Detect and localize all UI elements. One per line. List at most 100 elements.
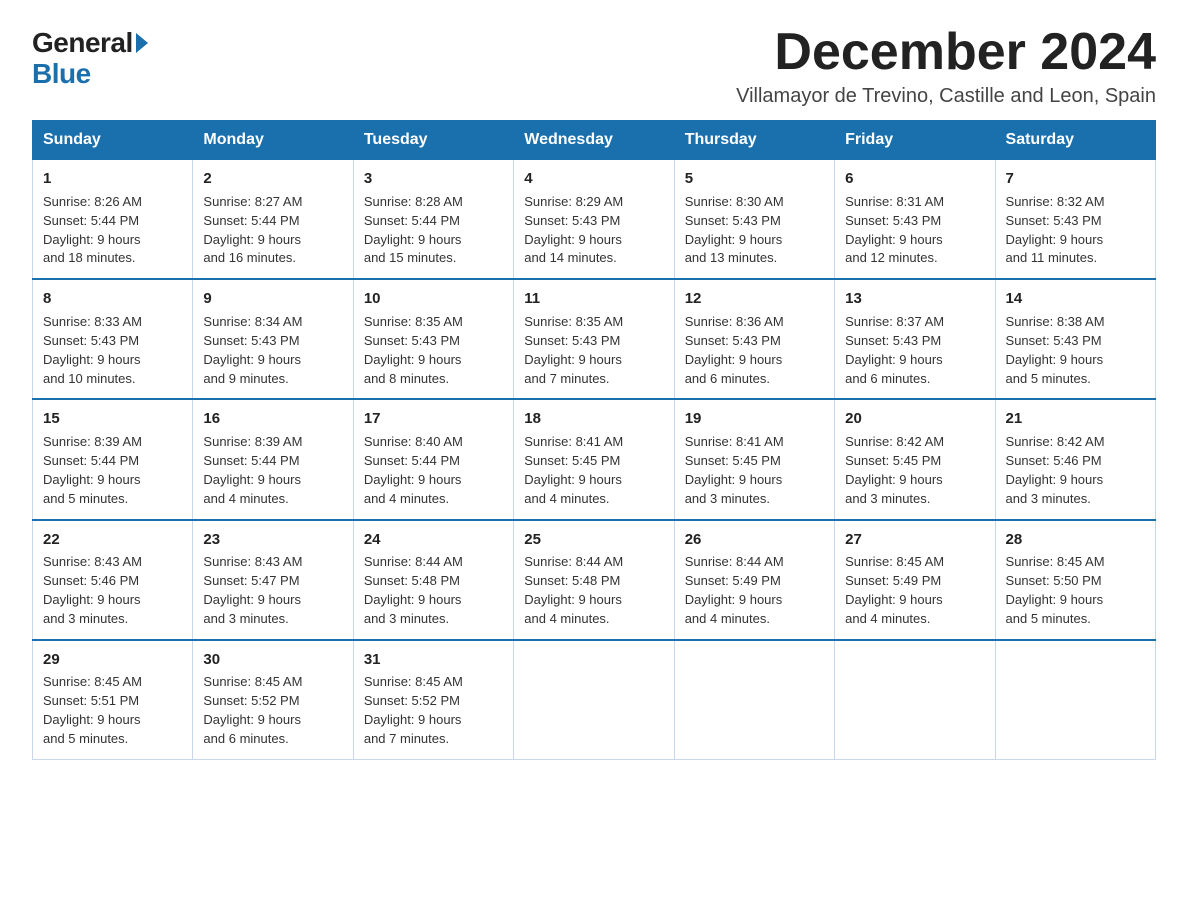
- calendar-cell: 31 Sunrise: 8:45 AMSunset: 5:52 PMDayligh…: [353, 640, 513, 760]
- header-saturday: Saturday: [995, 121, 1155, 160]
- calendar-cell: 25Sunrise: 8:44 AMSunset: 5:48 PMDayligh…: [514, 520, 674, 640]
- day-number: 27: [845, 529, 984, 551]
- day-info: Sunrise: 8:42 AMSunset: 5:46 PMDaylight:…: [1006, 434, 1105, 506]
- day-number: 22: [43, 529, 182, 551]
- day-number: 4: [524, 168, 663, 190]
- header-friday: Friday: [835, 121, 995, 160]
- calendar-cell: 4 Sunrise: 8:29 AMSunset: 5:43 PMDaylight…: [514, 160, 674, 280]
- calendar-cell: [514, 640, 674, 760]
- calendar-cell: [674, 640, 834, 760]
- day-info: Sunrise: 8:41 AMSunset: 5:45 PMDaylight:…: [685, 434, 784, 506]
- day-number: 15: [43, 408, 182, 430]
- day-number: 7: [1006, 168, 1145, 190]
- day-info: Sunrise: 8:39 AMSunset: 5:44 PMDaylight:…: [203, 434, 302, 506]
- day-info: Sunrise: 8:26 AMSunset: 5:44 PMDaylight:…: [43, 194, 142, 266]
- calendar-cell: 26 Sunrise: 8:44 AMSunset: 5:49 PMDayligh…: [674, 520, 834, 640]
- day-info: Sunrise: 8:32 AMSunset: 5:43 PMDaylight:…: [1006, 194, 1105, 266]
- calendar-cell: 28 Sunrise: 8:45 AMSunset: 5:50 PMDayligh…: [995, 520, 1155, 640]
- logo-general: General: [32, 28, 148, 59]
- day-number: 3: [364, 168, 503, 190]
- day-info: Sunrise: 8:43 AMSunset: 5:47 PMDaylight:…: [203, 554, 302, 626]
- calendar-cell: 9 Sunrise: 8:34 AMSunset: 5:43 PMDaylight…: [193, 279, 353, 399]
- calendar-cell: 22 Sunrise: 8:43 AMSunset: 5:46 PMDayligh…: [33, 520, 193, 640]
- day-info: Sunrise: 8:31 AMSunset: 5:43 PMDaylight:…: [845, 194, 944, 266]
- calendar-cell: 23 Sunrise: 8:43 AMSunset: 5:47 PMDayligh…: [193, 520, 353, 640]
- day-info: Sunrise: 8:29 AMSunset: 5:43 PMDaylight:…: [524, 194, 623, 266]
- calendar-cell: 16 Sunrise: 8:39 AMSunset: 5:44 PMDayligh…: [193, 399, 353, 519]
- day-number: 17: [364, 408, 503, 430]
- calendar-cell: [835, 640, 995, 760]
- day-number: 30: [203, 649, 342, 671]
- calendar-cell: 10 Sunrise: 8:35 AMSunset: 5:43 PMDayligh…: [353, 279, 513, 399]
- logo: General Blue: [32, 28, 148, 90]
- logo-arrow-icon: [136, 33, 148, 53]
- day-number: 6: [845, 168, 984, 190]
- day-number: 21: [1006, 408, 1145, 430]
- day-info: Sunrise: 8:36 AMSunset: 5:43 PMDaylight:…: [685, 314, 784, 386]
- day-info: Sunrise: 8:28 AMSunset: 5:44 PMDaylight:…: [364, 194, 463, 266]
- week-row-4: 22 Sunrise: 8:43 AMSunset: 5:46 PMDayligh…: [33, 520, 1156, 640]
- day-number: 13: [845, 288, 984, 310]
- day-info: Sunrise: 8:45 AMSunset: 5:51 PMDaylight:…: [43, 674, 142, 746]
- day-number: 2: [203, 168, 342, 190]
- title-block: December 2024 Villamayor de Trevino, Cas…: [736, 24, 1156, 108]
- day-info: Sunrise: 8:44 AMSunset: 5:48 PMDaylight:…: [364, 554, 463, 626]
- location-subtitle: Villamayor de Trevino, Castille and Leon…: [736, 85, 1156, 108]
- day-number: 11: [524, 288, 663, 310]
- calendar-cell: 24 Sunrise: 8:44 AMSunset: 5:48 PMDayligh…: [353, 520, 513, 640]
- day-info: Sunrise: 8:39 AMSunset: 5:44 PMDaylight:…: [43, 434, 142, 506]
- day-info: Sunrise: 8:45 AMSunset: 5:50 PMDaylight:…: [1006, 554, 1105, 626]
- day-number: 10: [364, 288, 503, 310]
- calendar-cell: 30 Sunrise: 8:45 AMSunset: 5:52 PMDayligh…: [193, 640, 353, 760]
- logo-general-text: General: [32, 28, 133, 59]
- day-info: Sunrise: 8:30 AMSunset: 5:43 PMDaylight:…: [685, 194, 784, 266]
- calendar-cell: 17 Sunrise: 8:40 AMSunset: 5:44 PMDayligh…: [353, 399, 513, 519]
- calendar-cell: 11 Sunrise: 8:35 AMSunset: 5:43 PMDayligh…: [514, 279, 674, 399]
- calendar-cell: 29 Sunrise: 8:45 AMSunset: 5:51 PMDayligh…: [33, 640, 193, 760]
- day-info: Sunrise: 8:37 AMSunset: 5:43 PMDaylight:…: [845, 314, 944, 386]
- day-info: Sunrise: 8:34 AMSunset: 5:43 PMDaylight:…: [203, 314, 302, 386]
- header-sunday: Sunday: [33, 121, 193, 160]
- day-number: 28: [1006, 529, 1145, 551]
- day-number: 31: [364, 649, 503, 671]
- day-number: 9: [203, 288, 342, 310]
- header-thursday: Thursday: [674, 121, 834, 160]
- week-row-5: 29 Sunrise: 8:45 AMSunset: 5:51 PMDayligh…: [33, 640, 1156, 760]
- calendar-cell: 5Sunrise: 8:30 AMSunset: 5:43 PMDaylight…: [674, 160, 834, 280]
- day-info: Sunrise: 8:27 AMSunset: 5:44 PMDaylight:…: [203, 194, 302, 266]
- day-info: Sunrise: 8:42 AMSunset: 5:45 PMDaylight:…: [845, 434, 944, 506]
- day-info: Sunrise: 8:45 AMSunset: 5:52 PMDaylight:…: [203, 674, 302, 746]
- header-wednesday: Wednesday: [514, 121, 674, 160]
- day-info: Sunrise: 8:35 AMSunset: 5:43 PMDaylight:…: [364, 314, 463, 386]
- day-info: Sunrise: 8:45 AMSunset: 5:52 PMDaylight:…: [364, 674, 463, 746]
- day-info: Sunrise: 8:45 AMSunset: 5:49 PMDaylight:…: [845, 554, 944, 626]
- day-info: Sunrise: 8:38 AMSunset: 5:43 PMDaylight:…: [1006, 314, 1105, 386]
- calendar-cell: [995, 640, 1155, 760]
- day-number: 18: [524, 408, 663, 430]
- calendar-cell: 7 Sunrise: 8:32 AMSunset: 5:43 PMDaylight…: [995, 160, 1155, 280]
- month-title: December 2024: [736, 24, 1156, 81]
- day-number: 26: [685, 529, 824, 551]
- day-info: Sunrise: 8:44 AMSunset: 5:49 PMDaylight:…: [685, 554, 784, 626]
- day-number: 24: [364, 529, 503, 551]
- calendar-cell: 3 Sunrise: 8:28 AMSunset: 5:44 PMDaylight…: [353, 160, 513, 280]
- calendar-cell: 27 Sunrise: 8:45 AMSunset: 5:49 PMDayligh…: [835, 520, 995, 640]
- header-tuesday: Tuesday: [353, 121, 513, 160]
- day-number: 16: [203, 408, 342, 430]
- day-info: Sunrise: 8:35 AMSunset: 5:43 PMDaylight:…: [524, 314, 623, 386]
- day-number: 8: [43, 288, 182, 310]
- day-info: Sunrise: 8:41 AMSunset: 5:45 PMDaylight:…: [524, 434, 623, 506]
- calendar-cell: 19Sunrise: 8:41 AMSunset: 5:45 PMDayligh…: [674, 399, 834, 519]
- calendar-cell: 6 Sunrise: 8:31 AMSunset: 5:43 PMDaylight…: [835, 160, 995, 280]
- day-number: 14: [1006, 288, 1145, 310]
- calendar-cell: 2 Sunrise: 8:27 AMSunset: 5:44 PMDaylight…: [193, 160, 353, 280]
- day-number: 29: [43, 649, 182, 671]
- day-info: Sunrise: 8:43 AMSunset: 5:46 PMDaylight:…: [43, 554, 142, 626]
- calendar-cell: 1 Sunrise: 8:26 AMSunset: 5:44 PMDaylight…: [33, 160, 193, 280]
- calendar-cell: 12Sunrise: 8:36 AMSunset: 5:43 PMDayligh…: [674, 279, 834, 399]
- calendar-cell: 8Sunrise: 8:33 AMSunset: 5:43 PMDaylight…: [33, 279, 193, 399]
- day-number: 23: [203, 529, 342, 551]
- calendar-cell: 15 Sunrise: 8:39 AMSunset: 5:44 PMDayligh…: [33, 399, 193, 519]
- day-info: Sunrise: 8:40 AMSunset: 5:44 PMDaylight:…: [364, 434, 463, 506]
- day-number: 1: [43, 168, 182, 190]
